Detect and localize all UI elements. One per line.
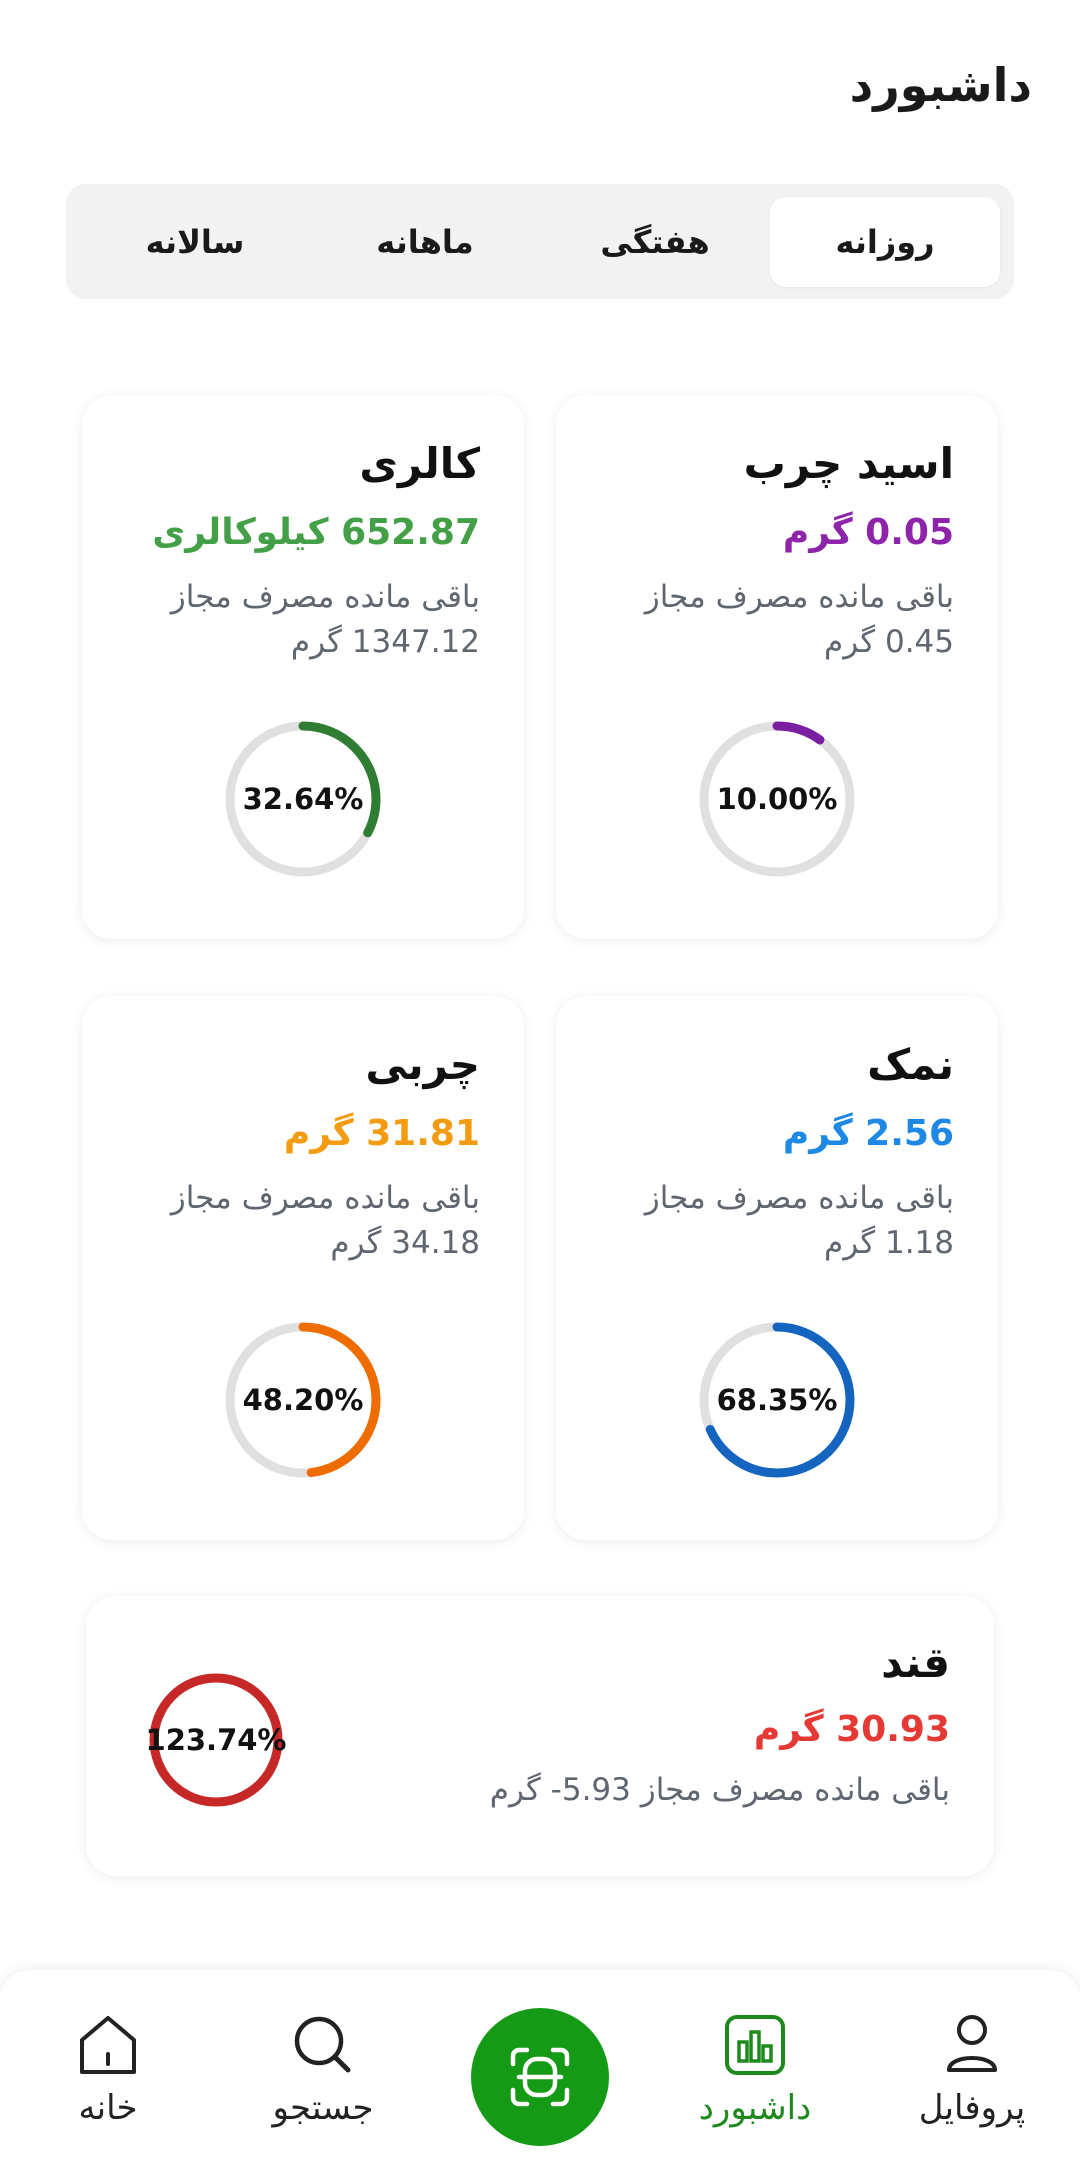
nav-label: خانه (78, 2088, 138, 2128)
chart-icon (725, 2015, 785, 2075)
card-value: 652.87 کیلوکالری (152, 512, 480, 554)
progress-ring: 48.20% (221, 1318, 385, 1482)
scan-button[interactable] (471, 2008, 609, 2146)
card-value: 0.05 گرم (782, 512, 954, 554)
nav-dashboard[interactable]: داشبورد (655, 2010, 855, 2128)
progress-ring: 68.35% (695, 1318, 859, 1482)
fat-card[interactable]: چربی 31.81 گرم باقی مانده مصرف مجاز 34.1… (82, 996, 524, 1540)
nav-search[interactable]: جستجو (223, 2010, 423, 2128)
card-title: اسید چرب (743, 439, 954, 488)
progress-percent: 48.20% (242, 1383, 364, 1417)
remaining-label: باقی مانده مصرف مجاز (644, 1179, 954, 1216)
fatty-acid-card[interactable]: اسید چرب 0.05 گرم باقی مانده مصرف مجاز 0… (556, 395, 998, 939)
salt-card[interactable]: نمک 2.56 گرم باقی مانده مصرف مجاز 1.18 گ… (556, 996, 998, 1540)
tab-yearly[interactable]: سالانه (80, 197, 310, 287)
tab-monthly[interactable]: ماهانه (310, 197, 540, 287)
card-title: چربی (365, 1040, 480, 1089)
progress-percent: 68.35% (716, 1383, 838, 1417)
card-remaining: باقی مانده مصرف مجاز 34.18 گرم (126, 1176, 480, 1266)
card-remaining: باقی مانده مصرف مجاز 0.45 گرم (600, 575, 954, 665)
progress-ring: 10.00% (695, 717, 859, 881)
progress-ring: 32.64% (221, 717, 385, 881)
remaining-value: 1347.12 گرم (290, 623, 480, 660)
remaining-label: باقی مانده مصرف مجاز (170, 1179, 480, 1216)
progress-percent: 10.00% (716, 782, 838, 816)
search-icon (294, 2016, 351, 2073)
remaining-label: باقی مانده مصرف مجاز (644, 578, 954, 615)
scan-icon (510, 2047, 570, 2107)
home-icon (80, 2016, 136, 2074)
progress-percent: 32.64% (242, 782, 364, 816)
nav-profile[interactable]: پروفایل (872, 2010, 1072, 2128)
card-value: 31.81 گرم (283, 1113, 480, 1155)
remaining-value: 0.45 گرم (824, 623, 954, 660)
card-remaining: باقی مانده مصرف مجاز 1.18 گرم (600, 1176, 954, 1266)
progress-percent: 123.74% (145, 1723, 287, 1757)
sugar-card[interactable]: قند 30.93 گرم باقی مانده مصرف مجاز 5.93-… (86, 1596, 994, 1876)
nav-label: پروفایل (918, 2088, 1026, 2128)
progress-ring: 123.74% (146, 1670, 286, 1810)
card-title: کالری (359, 439, 480, 488)
nav-home[interactable]: خانه (8, 2010, 208, 2128)
nav-label: جستجو (272, 2088, 374, 2128)
card-title: نمک (867, 1040, 954, 1089)
person-icon (947, 2015, 997, 2072)
nav-label: داشبورد (698, 2088, 812, 2128)
page-title: داشبورد (849, 58, 1032, 112)
tab-daily[interactable]: روزانه (770, 196, 1000, 287)
card-remaining: باقی مانده مصرف مجاز 1347.12 گرم (126, 575, 480, 665)
card-value: 2.56 گرم (782, 1113, 954, 1155)
remaining-value: 1.18 گرم (824, 1224, 954, 1261)
remaining-label: باقی مانده مصرف مجاز (170, 578, 480, 615)
period-tabs: روزانه هفتگی ماهانه سالانه (66, 184, 1014, 299)
remaining-value: 34.18 گرم (330, 1224, 480, 1261)
tab-weekly[interactable]: هفتگی (540, 197, 770, 287)
calorie-card[interactable]: کالری 652.87 کیلوکالری باقی مانده مصرف م… (82, 395, 524, 939)
